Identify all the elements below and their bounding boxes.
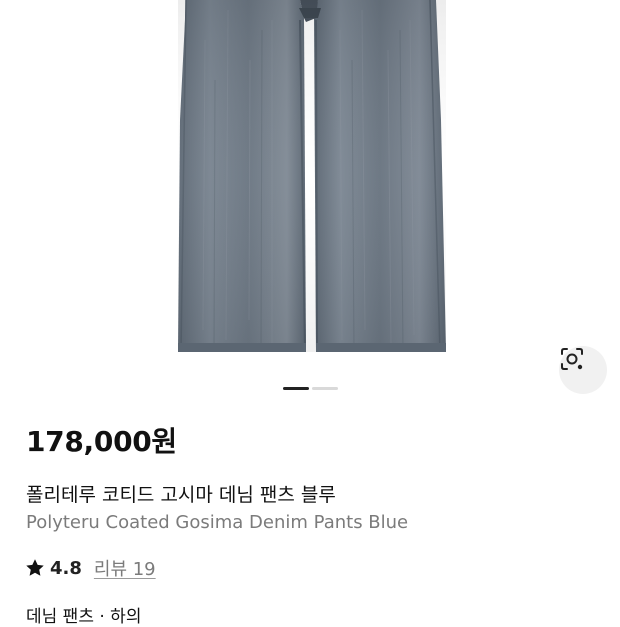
product-name-korean: 폴리테루 코티드 고시마 데님 팬츠 블루 (26, 484, 336, 506)
gallery-dot-1[interactable] (283, 387, 309, 390)
gallery-dot-2[interactable] (312, 387, 338, 390)
product-category[interactable]: 데님 팬츠 · 하의 (26, 602, 141, 627)
gallery-pagination (283, 387, 338, 390)
review-count-link[interactable]: 리뷰 19 (94, 555, 156, 581)
rating-row: 4.8 리뷰 19 (24, 555, 156, 581)
product-image (178, 0, 446, 353)
star-icon (26, 559, 44, 576)
product-price: 178,000원 (26, 425, 177, 458)
product-name-english: Polyteru Coated Gosima Denim Pants Blue (26, 512, 409, 533)
product-image-gallery[interactable] (0, 0, 620, 400)
visual-search-icon (561, 348, 583, 370)
visual-search-button[interactable] (559, 346, 607, 394)
rating-value: 4.8 (50, 557, 82, 579)
